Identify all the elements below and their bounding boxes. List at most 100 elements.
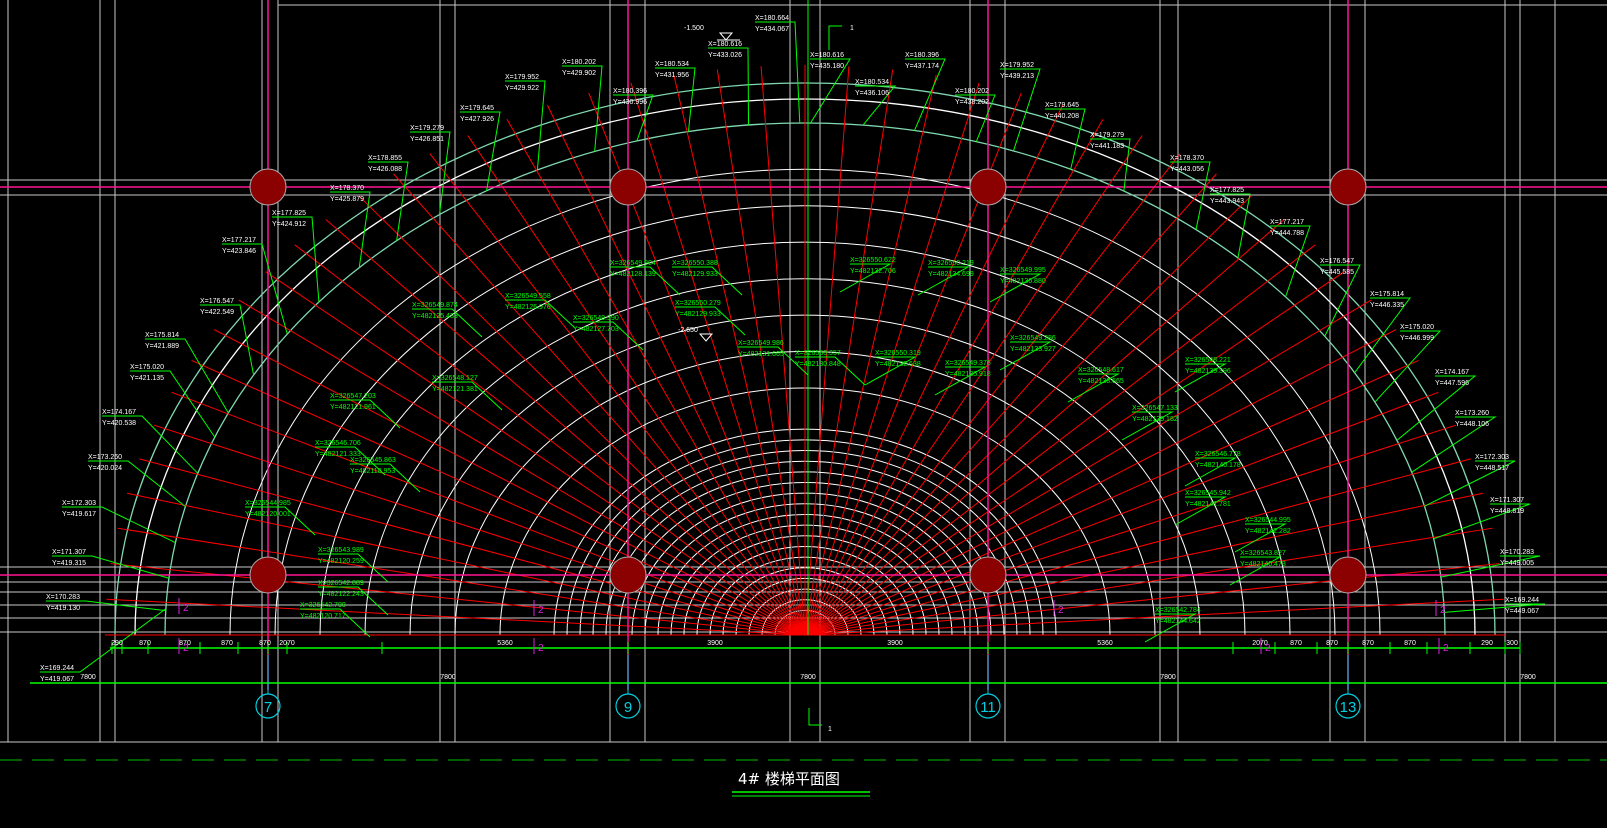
coordinate-y: Y=419.315 [52,560,86,567]
grid-mark-text: 2 [538,643,544,654]
dimension-text: 870 [221,640,233,647]
coordinate-x: X=326549.874 [412,302,458,309]
coordinate-y: Y=448.517 [1475,465,1509,472]
column [609,168,647,206]
coordinate-y: Y=429.902 [562,70,596,77]
coordinate-x: X=175.814 [1370,291,1404,298]
coordinate-y: Y=426.851 [410,136,444,143]
grid-mark-text: 2 [1265,643,1271,654]
coordinate-y: Y=429.922 [505,85,539,92]
coordinate-x: X=171.307 [1490,497,1524,504]
coordinate-x: X=173.260 [1455,410,1489,417]
coordinate-x: X=179.645 [1045,102,1079,109]
coordinate-y: Y=419.617 [62,511,96,518]
radial-step-line [358,195,806,636]
coordinate-y: Y=443.056 [1170,166,1204,173]
coordinate-y: Y=436.106 [855,90,889,97]
dimension-text: 2070 [279,640,295,647]
coordinate-y: Y=482130.848 [795,361,841,368]
coordinate-y: Y=419.067 [40,676,74,683]
coordinate-x: X=326549.376 [945,360,991,367]
coordinate-y: Y=482127.703 [573,326,619,333]
coordinate-x: X=326544.985 [245,500,291,507]
coordinate-y: Y=426.088 [368,166,402,173]
coordinate-y: Y=427.926 [460,116,494,123]
coordinate-x: X=179.279 [1090,132,1124,139]
coordinate-x: X=180.534 [855,79,889,86]
coordinate-x: X=170.283 [1500,549,1534,556]
column [1329,556,1367,594]
dimension-text: 870 [259,640,271,647]
dimension-text: 870 [139,640,151,647]
coordinate-x: X=180.616 [708,41,742,48]
dimension-text: 7800 [1520,674,1536,681]
section-number: 1 [828,726,832,733]
elevation-mark-mid: -2.650 [678,327,714,342]
dimension-text: 300 [1506,640,1518,647]
coordinate-y: Y=431.956 [655,72,689,79]
coordinate-x: X=177.217 [1270,219,1304,226]
coordinate-y: Y=482132.706 [850,268,896,275]
coordinate-y: Y=482136.880 [1000,278,1046,285]
coordinate-x: X=326543.827 [1240,550,1286,557]
coordinate-x: X=175.020 [1400,324,1434,331]
axis-label: 13 [1340,699,1357,716]
leader-line [272,216,320,302]
coordinate-x: X=326544.995 [1245,517,1291,524]
dimension-text: 870 [1404,640,1416,647]
dimension-text: 290 [1481,640,1493,647]
axis-bubbles: 7 9 11 13 [255,655,1361,719]
coordinate-y: Y=424.912 [272,221,306,228]
section-mark-top: 1 [828,25,854,50]
coordinate-x: X=172.303 [1475,454,1509,461]
leader-line [410,131,451,215]
coordinate-x: X=326545.942 [1185,490,1231,497]
dimension-text: 5360 [1097,640,1113,647]
radial-step-line [546,104,806,636]
coordinate-y: Y=437.174 [905,63,939,70]
coordinate-y: Y=421.889 [145,343,179,350]
elevation-mark-top: -1.500 [684,25,740,41]
coordinate-y: Y=445.585 [1320,269,1354,276]
coordinate-y: Y=482121.961 [330,404,376,411]
dimension-text: 7800 [80,674,96,681]
elevation-text: -1.500 [684,25,704,32]
radial-step-line [804,82,980,636]
coordinate-y: Y=482140.178 [1195,462,1241,469]
coordinate-x: X=174.167 [102,409,136,416]
column [969,556,1007,594]
coordinate-x: X=177.825 [272,210,306,217]
coordinate-x: X=180.664 [755,15,789,22]
coordinate-y: Y=482129.933 [675,311,721,318]
axis-label: 9 [624,699,632,716]
leader-line [368,161,409,241]
coordinate-x: X=326550.279 [675,300,721,307]
title-text: 4# 楼梯平面图 [738,770,840,788]
coordinate-x: X=176.547 [200,298,234,305]
coordinate-x: X=326542.799 [300,602,346,609]
coordinate-y: Y=435.180 [810,63,844,70]
coordinate-y: Y=482120.001 [245,511,291,518]
coordinate-x: X=178.370 [1170,155,1204,162]
coordinate-x: X=176.547 [1320,258,1354,265]
coordinate-y: Y=482141.781 [1185,501,1231,508]
leader-line [222,243,288,335]
axis-label: 11 [980,699,996,716]
column [969,168,1007,206]
coordinate-y: Y=420.024 [88,465,122,472]
coordinate-y: Y=482126.976 [505,304,551,311]
coordinate-y: Y=422.549 [200,309,234,316]
coordinate-x: X=180.534 [655,61,689,68]
coordinate-y: Y=449.005 [1500,560,1534,567]
dimension-text: 3900 [887,640,903,647]
coordinate-x: X=177.217 [222,237,256,244]
radial-step-line [630,82,806,636]
coordinate-x: X=175.814 [145,332,179,339]
cad-drawing-canvas[interactable]: X=180.664 Y=434.067 X=180.616 Y=433.026 X=18… [0,0,1607,828]
grid-mark-text: 2 [538,605,544,616]
coordinate-x: X=180.396 [905,52,939,59]
dimension-text: 7800 [800,674,816,681]
radial-step-line [804,104,1064,636]
coordinate-y: Y=482128.139 [610,271,656,278]
coordinate-x: X=326550.622 [850,257,896,264]
